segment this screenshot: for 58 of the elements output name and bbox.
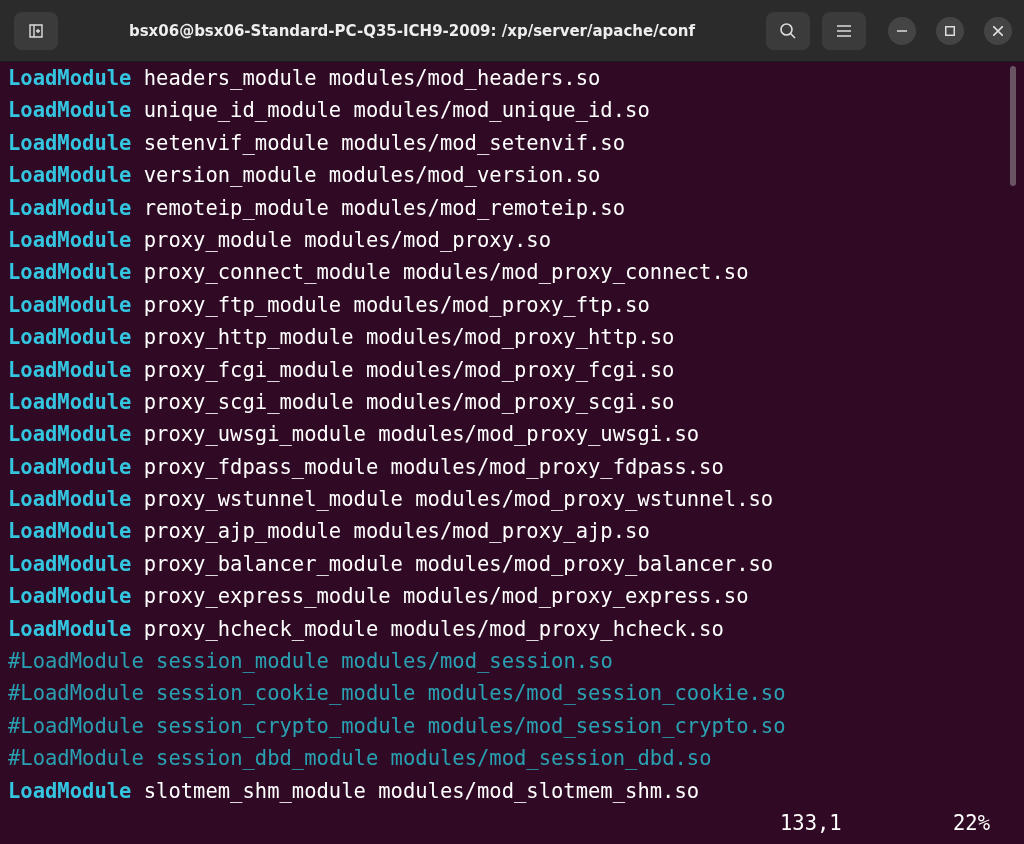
directive-keyword: LoadModule bbox=[8, 130, 132, 155]
directive-arguments: proxy_ajp_module modules/mod_proxy_ajp.so bbox=[143, 519, 650, 544]
directive-keyword: LoadModule bbox=[8, 325, 132, 350]
directive-keyword: LoadModule bbox=[8, 163, 132, 188]
maximize-icon bbox=[945, 25, 955, 36]
directive-keyword: LoadModule bbox=[8, 778, 132, 803]
directive-keyword: LoadModule bbox=[8, 519, 132, 544]
directive-keyword: LoadModule bbox=[8, 389, 132, 414]
window-title: bsx06@bsx06-Standard-PC-Q35-ICH9-2009: /xp/server/apache/conf bbox=[127, 21, 697, 40]
directive-arguments: proxy_fdpass_module modules/mod_proxy_fdpass.so bbox=[143, 454, 724, 479]
directive-keyword: LoadModule bbox=[8, 66, 132, 90]
directive-arguments: slotmem_shm_module modules/mod_slotmem_shm.so bbox=[143, 778, 700, 803]
close-icon bbox=[993, 25, 1003, 36]
directive-arguments: proxy_module modules/mod_proxy.so bbox=[143, 227, 551, 252]
directive-keyword: LoadModule bbox=[8, 195, 132, 220]
directive-arguments: headers_module modules/mod_headers.so bbox=[143, 66, 601, 90]
directive-arguments: proxy_express_module modules/mod_proxy_express.so bbox=[143, 584, 749, 609]
comment-line: #LoadModule session_module modules/mod_session.so bbox=[8, 649, 613, 674]
comment-line: #LoadModule session_cookie_module modules/mod_session_cookie.so bbox=[8, 681, 786, 706]
directive-arguments: proxy_hcheck_module modules/mod_proxy_hcheck.so bbox=[143, 616, 724, 641]
directive-keyword: LoadModule bbox=[8, 260, 132, 285]
directive-keyword: LoadModule bbox=[8, 584, 132, 609]
directive-keyword: LoadModule bbox=[8, 454, 132, 479]
directive-arguments: proxy_http_module modules/mod_proxy_http.so bbox=[143, 325, 675, 350]
new-tab-icon bbox=[28, 22, 44, 39]
directive-arguments: setenvif_module modules/mod_setenvif.so bbox=[143, 130, 626, 155]
comment-line: #LoadModule session_crypto_module modules/mod_session_crypto.so bbox=[8, 713, 786, 738]
directive-keyword: LoadModule bbox=[8, 357, 132, 382]
directive-arguments: version_module modules/mod_version.so bbox=[143, 163, 601, 188]
directive-arguments: proxy_scgi_module modules/mod_proxy_scgi.so bbox=[143, 389, 675, 414]
directive-arguments: remoteip_module modules/mod_remoteip.so bbox=[143, 195, 626, 220]
directive-arguments: unique_id_module modules/mod_unique_id.so bbox=[143, 98, 650, 123]
directive-arguments: proxy_connect_module modules/mod_proxy_connect.so bbox=[143, 260, 749, 285]
search-button[interactable] bbox=[766, 11, 810, 50]
directive-keyword: LoadModule bbox=[8, 422, 132, 447]
menu-icon bbox=[837, 24, 851, 37]
close-button[interactable] bbox=[984, 16, 1012, 45]
minimize-icon bbox=[897, 29, 907, 32]
directive-arguments: proxy_ftp_module modules/mod_proxy_ftp.so bbox=[143, 292, 650, 317]
scrollbar[interactable] bbox=[1010, 66, 1016, 186]
directive-keyword: LoadModule bbox=[8, 551, 132, 576]
directive-keyword: LoadModule bbox=[8, 487, 132, 512]
scroll-percentage: 22% bbox=[953, 810, 991, 837]
comment-line: #LoadModule session_dbd_module modules/mod_session_dbd.so bbox=[8, 746, 712, 771]
minimize-button[interactable] bbox=[888, 16, 916, 45]
directive-arguments: proxy_uwsgi_module modules/mod_proxy_uwsgi.so bbox=[143, 422, 700, 447]
directive-arguments: proxy_wstunnel_module modules/mod_proxy_wstunnel.so bbox=[143, 487, 774, 512]
directive-keyword: LoadModule bbox=[8, 98, 132, 123]
new-tab-button[interactable] bbox=[14, 11, 58, 50]
directive-arguments: proxy_balancer_module modules/mod_proxy_balancer.so bbox=[143, 551, 774, 576]
directive-arguments: proxy_fcgi_module modules/mod_proxy_fcgi.so bbox=[143, 357, 675, 382]
search-icon bbox=[779, 21, 797, 40]
menu-button[interactable] bbox=[822, 11, 866, 50]
directive-keyword: LoadModule bbox=[8, 227, 132, 252]
directive-keyword: LoadModule bbox=[8, 292, 132, 317]
directive-keyword: LoadModule bbox=[8, 616, 132, 641]
cursor-position: 133,1 bbox=[780, 810, 842, 837]
maximize-button[interactable] bbox=[936, 16, 964, 45]
